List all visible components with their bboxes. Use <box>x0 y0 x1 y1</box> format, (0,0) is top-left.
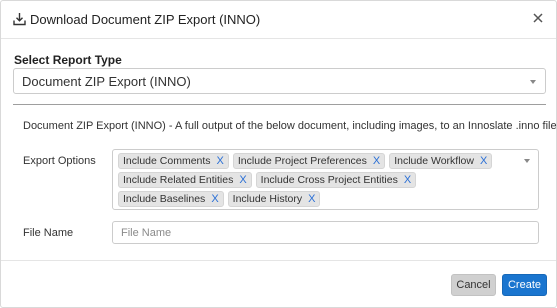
option-chip: Include Related Entities X <box>118 172 252 188</box>
option-chip: Include History X <box>227 191 321 207</box>
remove-chip-icon[interactable]: X <box>217 155 224 167</box>
close-icon[interactable] <box>531 11 545 25</box>
option-chip: Include Comments X <box>118 153 229 169</box>
file-name-input[interactable] <box>112 221 539 244</box>
option-chip: Include Project Preferences X <box>232 153 386 169</box>
report-description: Document ZIP Export (INNO) - A full outp… <box>23 120 557 132</box>
file-name-label: File Name <box>23 227 74 239</box>
option-chip: Include Baselines X <box>118 191 224 207</box>
footer-divider <box>1 260 556 261</box>
section-divider <box>13 104 546 105</box>
remove-chip-icon[interactable]: X <box>211 193 218 205</box>
cancel-button[interactable]: Cancel <box>451 274 496 296</box>
chip-label: Include Project Preferences <box>237 155 367 167</box>
chip-label: Include Baselines <box>123 193 206 205</box>
export-options-multiselect[interactable]: Include Comments X Include Project Prefer… <box>112 149 539 210</box>
chip-label: Include History <box>232 193 303 205</box>
report-type-label: Select Report Type <box>14 53 122 67</box>
chevron-down-icon <box>530 80 536 84</box>
remove-chip-icon[interactable]: X <box>239 174 246 186</box>
chevron-down-icon[interactable] <box>524 159 530 163</box>
remove-chip-icon[interactable]: X <box>404 174 411 186</box>
chip-label: Include Related Entities <box>123 174 234 186</box>
export-options-chips: Include Comments X Include Project Prefer… <box>118 153 518 207</box>
remove-chip-icon[interactable]: X <box>480 155 487 167</box>
create-button[interactable]: Create <box>502 274 547 296</box>
export-options-label: Export Options <box>23 155 96 167</box>
report-type-value: Document ZIP Export (INNO) <box>22 74 191 89</box>
dialog-header: Download Document ZIP Export (INNO) <box>1 1 556 39</box>
download-dialog: Download Document ZIP Export (INNO) Sele… <box>0 0 557 308</box>
report-type-select[interactable]: Document ZIP Export (INNO) <box>13 68 546 94</box>
option-chip: Include Workflow X <box>389 153 493 169</box>
chip-label: Include Comments <box>123 155 211 167</box>
option-chip: Include Cross Project Entities X <box>255 172 417 188</box>
dialog-title: Download Document ZIP Export (INNO) <box>30 12 261 27</box>
chip-label: Include Workflow <box>394 155 474 167</box>
chip-label: Include Cross Project Entities <box>260 174 398 186</box>
remove-chip-icon[interactable]: X <box>308 193 315 205</box>
download-icon <box>13 12 26 26</box>
remove-chip-icon[interactable]: X <box>373 155 380 167</box>
